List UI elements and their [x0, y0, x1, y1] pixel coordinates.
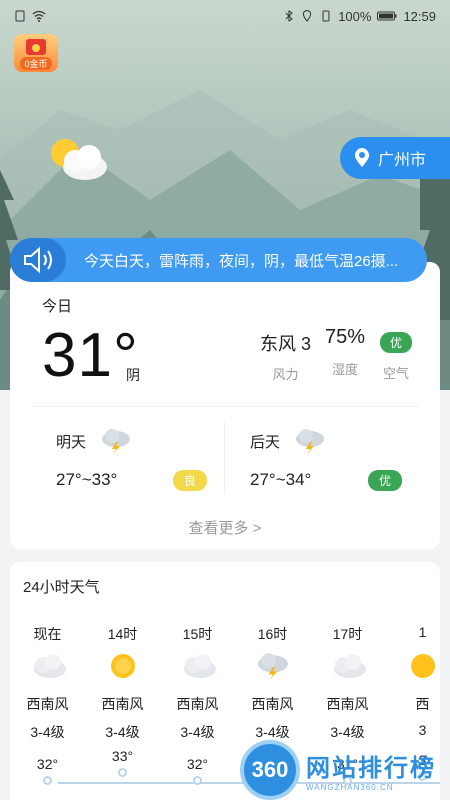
wind-level: 3-4级 [180, 724, 215, 740]
bluetooth-icon [284, 10, 296, 22]
sunny-icon [385, 644, 440, 688]
coin-reward-button[interactable]: 0金币 [14, 34, 58, 72]
divider [224, 422, 225, 494]
clock: 12:59 [403, 8, 436, 24]
air-quality-badge: 优 [380, 332, 413, 353]
wind-level: 3-4级 [105, 724, 140, 740]
city-selector[interactable]: 广州市 [340, 137, 450, 179]
vibrate-icon [320, 10, 332, 22]
aqi-badge: 良 [173, 470, 208, 491]
hourly-title: 24小时天气 [23, 579, 100, 596]
aqi-badge: 优 [368, 470, 403, 491]
humidity-stat: 75% 湿度 [325, 326, 365, 378]
watermark: 360 网站排行榜 WANGZHAN360.CN [240, 740, 450, 800]
forecast-range: 27°~33° [56, 470, 118, 489]
forecast-day-after[interactable]: 后天 27°~34° [250, 428, 326, 490]
wind-level: 3-4级 [330, 724, 365, 740]
hour-temp: 33° [111, 748, 134, 764]
wind-direction: 西南风 [326, 696, 369, 712]
location-status-icon [302, 10, 314, 22]
hour-temp: 32° [36, 756, 59, 772]
hour-item: 现在 西南风 3-4级 32° [10, 624, 85, 785]
thunderstorm-icon [296, 429, 325, 454]
forecast-day: 后天 [250, 433, 281, 451]
hour-time: 1 [418, 624, 427, 640]
hour-item: 15时 西南风 3-4级 32° [160, 624, 235, 785]
speaker-icon[interactable] [10, 238, 66, 282]
watermark-logo: 360 [240, 740, 300, 800]
forecast-range: 27°~34° [250, 470, 312, 489]
thunderstorm-icon [102, 429, 131, 454]
wind-label: 风力 [272, 367, 299, 382]
battery-percent: 100% [338, 8, 372, 24]
current-temperature: 31° [42, 321, 139, 390]
hour-item: 14时 西南风 3-4级 33° [85, 624, 160, 785]
watermark-title: 网站排行榜 [306, 755, 436, 782]
today-card: 今日 31° 阴 东风 3 风力 75% 湿度 优 空气 明天 27°~33° … [10, 262, 440, 549]
cloudy-icon [10, 644, 85, 688]
wind-direction: 西南风 [176, 696, 219, 712]
coin-count: 0金币 [20, 57, 52, 70]
broadcast-text: 今天白天，雷阵雨，夜间，阴，最低气温26摄... [84, 252, 399, 270]
wifi-icon [32, 10, 46, 22]
notification-icon [14, 10, 26, 22]
wind-direction: 西 [415, 696, 430, 712]
red-envelope-icon [26, 39, 46, 55]
wind-level: 3 [418, 722, 427, 738]
divider [32, 406, 418, 407]
view-more-link[interactable]: 查看更多 > [10, 517, 440, 538]
wind-level: 3-4级 [255, 724, 290, 740]
wind-direction: 西南风 [26, 696, 69, 712]
hour-time: 16时 [257, 626, 288, 642]
hour-time: 15时 [182, 626, 213, 642]
temp-point [43, 776, 52, 785]
battery-icon [377, 10, 397, 22]
forecast-day: 明天 [56, 433, 87, 451]
cloudy-icon [310, 644, 385, 688]
hour-temp: 32° [186, 756, 209, 772]
cloudy-icon [160, 644, 235, 688]
watermark-sub: WANGZHAN360.CN [306, 783, 394, 792]
hour-time: 17时 [332, 626, 363, 642]
thunderstorm-icon [235, 644, 310, 688]
humidity-value: 75% [325, 326, 366, 348]
partly-cloudy-icon [45, 135, 111, 185]
current-condition: 阴 [126, 367, 140, 383]
temp-point [193, 776, 202, 785]
wind-value: 东风 3 [260, 334, 312, 354]
humidity-label: 湿度 [332, 362, 359, 377]
wind-direction: 西南风 [251, 696, 294, 712]
air-label: 空气 [383, 366, 410, 381]
wind-direction: 西南风 [101, 696, 144, 712]
hour-time: 14时 [107, 626, 138, 642]
city-name: 广州市 [378, 152, 427, 169]
air-stat: 优 空气 [380, 332, 413, 382]
status-bar: 100% 12:59 [0, 0, 450, 32]
hour-time: 现在 [33, 626, 62, 642]
forecast-tomorrow[interactable]: 明天 27°~33° [56, 428, 132, 490]
wind-level: 3-4级 [30, 724, 65, 740]
sunny-icon [85, 644, 160, 688]
temp-point [118, 768, 127, 777]
location-pin-icon [354, 148, 370, 167]
weather-broadcast-bar[interactable]: 今天白天，雷阵雨，夜间，阴，最低气温26摄... [10, 238, 427, 282]
today-label: 今日 [42, 298, 73, 315]
wind-stat: 东风 3 风力 [260, 330, 311, 383]
